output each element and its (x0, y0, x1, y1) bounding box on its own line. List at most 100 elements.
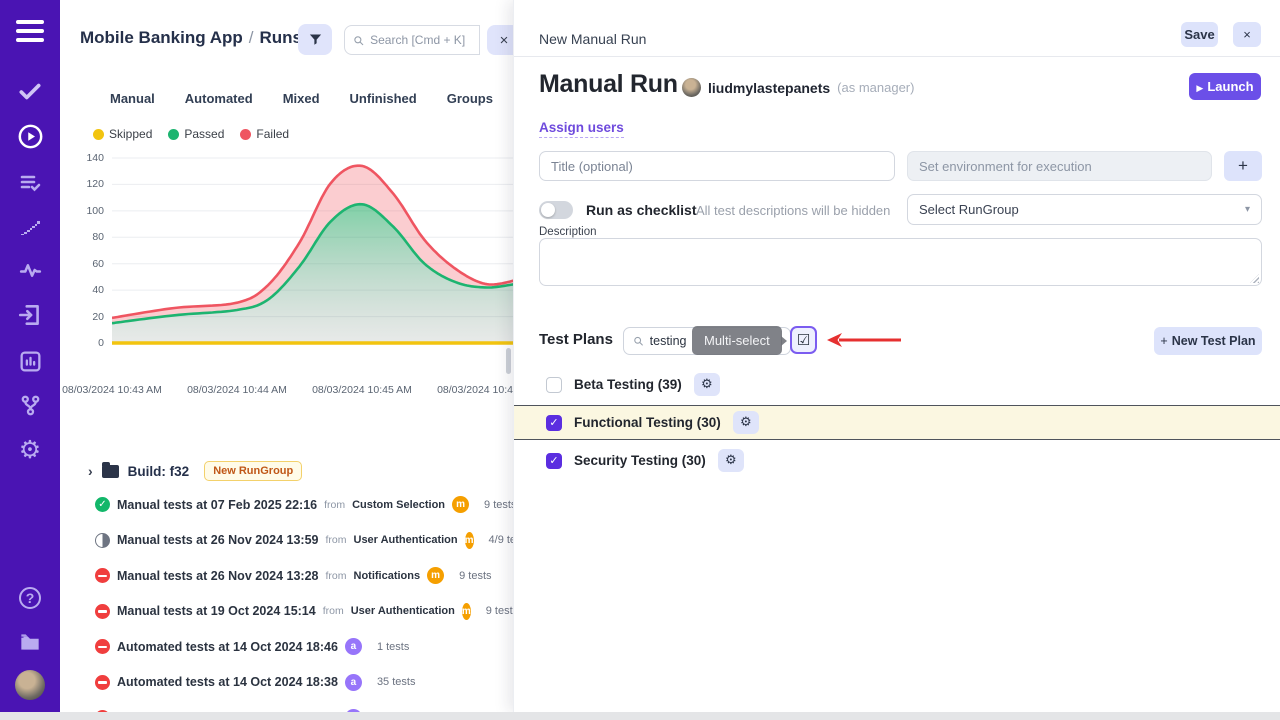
run-row[interactable]: Automated tests at 14 Oct 2024 18:46a1 t… (60, 629, 513, 665)
branch-icon[interactable] (0, 390, 60, 420)
rungroup-select[interactable]: Select RunGroup ▾ (907, 194, 1262, 225)
plan-checkbox[interactable]: ✓ (546, 453, 562, 469)
status-progress-icon (95, 533, 110, 548)
tab-groups[interactable]: Groups (447, 91, 493, 106)
steps-icon[interactable] (0, 212, 60, 242)
test-plan-row[interactable]: ✓ Security Testing (30) ⚙ (514, 444, 1280, 477)
rungroup-name[interactable]: Build: f32 (128, 464, 190, 479)
plan-name: Functional Testing (30) (574, 415, 721, 430)
x-axis-label: 08/03/2024 10:46 AM (412, 384, 513, 396)
description-textarea[interactable] (539, 238, 1262, 286)
multi-select-button[interactable]: ☑ (790, 326, 817, 354)
test-plan-row[interactable]: Beta Testing (39) ⚙ (514, 368, 1280, 401)
new-rungroup-badge[interactable]: New RunGroup (204, 461, 302, 481)
runs-search[interactable] (344, 25, 480, 55)
plan-settings-gear-icon[interactable]: ⚙ (694, 373, 720, 396)
assign-users-link[interactable]: Assign users (539, 120, 624, 138)
drawer-title: New Manual Run (539, 31, 646, 47)
new-test-plan-button[interactable]: +New Test Plan (1154, 327, 1262, 355)
environment-input[interactable] (907, 151, 1212, 181)
plan-checkbox[interactable]: ✓ (546, 415, 562, 431)
tab-unfinished[interactable]: Unfinished (350, 91, 417, 106)
run-title: Manual tests at 07 Feb 2025 22:16 (117, 498, 317, 512)
from-label: from (324, 499, 345, 511)
checklist-label: Run as checklist (586, 202, 697, 218)
analytics-icon[interactable] (0, 346, 60, 376)
plus-icon: + (1160, 334, 1167, 348)
launch-button[interactable]: ▶Launch (1189, 73, 1261, 100)
area-chart (112, 150, 513, 400)
new-manual-run-drawer: New Manual Run Save × Manual Run liudmyl… (513, 0, 1280, 712)
run-row[interactable]: Automated tests at 14 Oct 2024 18:38a35 … (60, 665, 513, 701)
folder-icon (102, 465, 119, 478)
y-axis-label: 100 (66, 205, 104, 217)
tab-manual[interactable]: Manual (110, 91, 155, 106)
plan-settings-gear-icon[interactable]: ⚙ (718, 449, 744, 472)
run-row[interactable]: Manual tests at 26 Nov 2024 13:28fromNot… (60, 558, 513, 594)
run-row[interactable]: Manual tests at 19 Oct 2024 15:14fromUse… (60, 594, 513, 630)
checklist-hint: All test descriptions will be hidden (696, 203, 890, 218)
add-environment-button[interactable]: + (1224, 151, 1262, 181)
drawer-header: New Manual Run Save × (514, 0, 1280, 57)
play-icon: ▶ (1196, 83, 1203, 93)
y-axis-label: 40 (66, 284, 104, 296)
y-axis-label: 140 (66, 152, 104, 164)
run-as-checklist-toggle[interactable] (539, 201, 573, 219)
tab-mixed[interactable]: Mixed (283, 91, 320, 106)
status-failed-icon (95, 568, 110, 583)
avatar (15, 670, 45, 700)
gear-icon[interactable]: ⚙ (0, 434, 60, 464)
checklist-icon[interactable] (0, 168, 60, 198)
tab-automated[interactable]: Automated (185, 91, 253, 106)
pulse-icon[interactable] (0, 255, 60, 285)
test-plans-heading: Test Plans (539, 331, 613, 348)
runs-search-close-icon[interactable]: × (487, 25, 513, 55)
y-axis-label: 60 (66, 258, 104, 270)
y-axis-label: 120 (66, 178, 104, 190)
rungroup-select-value: Select RunGroup (919, 202, 1019, 217)
scrollbar-thumb[interactable] (506, 348, 511, 374)
legend-item-passed[interactable]: Passed (168, 127, 224, 141)
check-icon[interactable] (0, 76, 60, 106)
user-avatar[interactable] (0, 670, 60, 700)
run-list: › Build: f32 New RunGroup Manual tests a… (60, 455, 513, 712)
app-root: ⚙ ? Mobile Banking App/Runs × (0, 0, 1280, 720)
run-title: Manual tests at 26 Nov 2024 13:59 (117, 533, 319, 547)
run-row[interactable]: Automated tests at 14 Oct 2024 18:35a35 … (60, 700, 513, 712)
y-axis-label: 80 (66, 231, 104, 243)
plan-name: Beta Testing (39) (574, 377, 682, 392)
legend-item-failed[interactable]: Failed (240, 127, 289, 141)
play-circle-icon[interactable] (0, 121, 60, 151)
menu-icon[interactable] (0, 14, 60, 48)
manager-name: liudmylastepanets (708, 80, 830, 96)
runs-tabs: ManualAutomatedMixedUnfinishedGroupsT (80, 84, 513, 112)
legend-item-skipped[interactable]: Skipped (93, 127, 152, 141)
legend-dot (93, 129, 104, 140)
save-button[interactable]: Save (1181, 22, 1218, 47)
search-input[interactable] (370, 33, 471, 47)
rungroup-row[interactable]: › Build: f32 New RunGroup (60, 455, 513, 487)
run-type-badge: m (465, 532, 474, 549)
help-icon[interactable]: ? (0, 583, 60, 613)
run-type-badge: m (452, 496, 469, 513)
test-plan-row[interactable]: ✓ Functional Testing (30) ⚙ (514, 405, 1280, 440)
breadcrumb-project[interactable]: Mobile Banking App (80, 28, 243, 47)
run-source: User Authentication (354, 534, 458, 546)
title-input[interactable] (539, 151, 895, 181)
manager-avatar (682, 78, 701, 97)
import-icon[interactable] (0, 300, 60, 330)
plan-checkbox[interactable] (546, 377, 562, 393)
projects-icon[interactable] (0, 627, 60, 657)
search-icon (353, 34, 364, 47)
legend-label: Passed (184, 127, 224, 141)
chevron-right-icon[interactable]: › (88, 463, 93, 479)
plan-name: Security Testing (30) (574, 453, 706, 468)
sidebar: ⚙ ? (0, 0, 60, 712)
legend-dot (240, 129, 251, 140)
run-row[interactable]: Manual tests at 26 Nov 2024 13:59fromUse… (60, 523, 513, 559)
plan-settings-gear-icon[interactable]: ⚙ (733, 411, 759, 434)
run-count: 35 tests (377, 676, 416, 688)
drawer-close-icon[interactable]: × (1233, 22, 1261, 47)
run-row[interactable]: Manual tests at 07 Feb 2025 22:16fromCus… (60, 487, 513, 523)
filter-button[interactable] (298, 24, 332, 55)
